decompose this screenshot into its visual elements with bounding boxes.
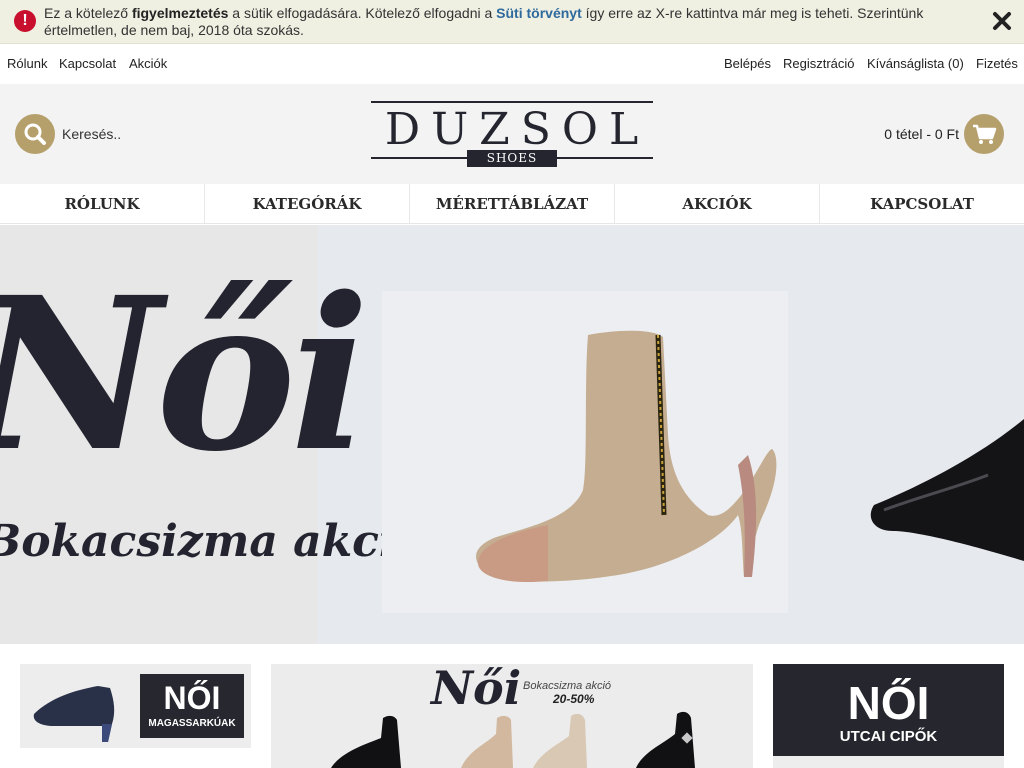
cart-summary[interactable]: 0 tétel - 0 Ft xyxy=(884,126,959,142)
cookie-law-link[interactable]: Süti törvényt xyxy=(496,5,582,21)
promo1-subtitle: MAGASSARKÚAK xyxy=(148,718,236,729)
main-navigation: RÓLUNK KATEGÓRÁK MÉRETTÁBLÁZAT AKCIÓK KA… xyxy=(0,184,1024,224)
cookie-text-bold: figyelmeztetés xyxy=(131,5,229,21)
promo3-subtitle: UTCAI CIPŐK xyxy=(839,728,938,745)
cookie-notice: ! Ez a kötelező figyelmeztetés a sütik e… xyxy=(0,0,1024,44)
toplink-belepes[interactable]: Belépés xyxy=(724,56,771,71)
promo-bokacsizma[interactable]: Női Bokacsizma akció 20-50% xyxy=(271,664,753,768)
promo1-title: NŐI xyxy=(163,680,221,716)
cart-icon xyxy=(973,124,997,144)
cookie-message: Ez a kötelező figyelmeztetés a sütik elf… xyxy=(44,5,944,39)
close-icon[interactable] xyxy=(992,11,1012,31)
nav-akciok[interactable]: AKCIÓK xyxy=(614,184,819,223)
toplink-akciok[interactable]: Akciók xyxy=(129,56,167,71)
logo-rule-right xyxy=(557,157,653,159)
nav-kapcsolat[interactable]: KAPCSOLAT xyxy=(819,184,1024,223)
promo-section: NŐI MAGASSARKÚAK Női Bokacsizma akció 20… xyxy=(0,644,1024,768)
promo-shoe-image xyxy=(33,686,115,742)
promo3-title: NŐI xyxy=(847,677,930,729)
search-button[interactable] xyxy=(15,114,55,154)
promo-boots-image xyxy=(331,711,695,768)
toplink-kivansaglista[interactable]: Kívánságlista (0) xyxy=(867,56,964,71)
logo-rule-top xyxy=(371,101,653,103)
search-icon xyxy=(24,123,46,145)
cookie-text-2: a sütik elfogadására. Kötelező elfogadni… xyxy=(228,5,497,21)
toplink-fizetes[interactable]: Fizetés xyxy=(976,56,1018,71)
cart-button[interactable] xyxy=(964,114,1004,154)
nav-merettablazat[interactable]: MÉRETTÁBLÁZAT xyxy=(409,184,614,223)
top-links-bar: Rólunk Kapcsolat Akciók Belépés Regisztr… xyxy=(0,44,1024,84)
logo-wordmark: DUZSOL xyxy=(384,104,650,155)
toplink-rolunk[interactable]: Rólunk xyxy=(7,56,47,71)
nav-rolunk[interactable]: RÓLUNK xyxy=(0,184,204,223)
promo-magassarkuak[interactable]: NŐI MAGASSARKÚAK xyxy=(20,664,251,748)
search-input[interactable] xyxy=(62,122,282,146)
promo3-strip xyxy=(773,756,1004,768)
promo1-label-box: NŐI MAGASSARKÚAK xyxy=(140,674,244,738)
logo-rule-left xyxy=(371,157,467,159)
cookie-text-1: Ez a kötelező xyxy=(44,5,132,21)
logo-tagline: SHOES xyxy=(467,150,557,167)
hero-banner[interactable]: Női Bokacsizma akció xyxy=(0,225,1024,644)
alert-icon: ! xyxy=(14,10,36,32)
site-logo[interactable]: DUZSOL SHOES xyxy=(371,101,653,167)
hero-title: Női xyxy=(0,251,370,498)
toplink-kapcsolat[interactable]: Kapcsolat xyxy=(59,56,116,71)
site-header: DUZSOL SHOES 0 tétel - 0 Ft xyxy=(0,84,1024,184)
toplink-regisztracio[interactable]: Regisztráció xyxy=(783,56,855,71)
hero-boot-image xyxy=(382,291,1024,613)
promo-utcai-cipok[interactable]: NŐI UTCAI CIPŐK xyxy=(773,664,1004,768)
nav-kategoriak[interactable]: KATEGÓRÁK xyxy=(204,184,409,223)
